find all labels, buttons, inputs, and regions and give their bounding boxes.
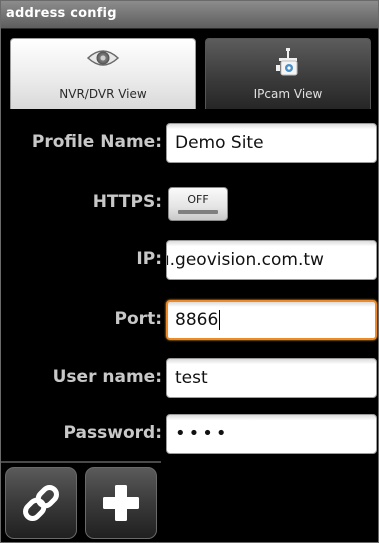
window-title: address config [6, 6, 117, 21]
ip-field[interactable]: ו.geovision.com.tw [166, 240, 377, 280]
ip-value: ו.geovision.com.tw [167, 250, 324, 270]
port-label: Port: [114, 309, 162, 329]
title-bar: address config [1, 1, 378, 29]
profile-name-row: Profile Name: Demo Site [1, 115, 378, 169]
user-name-label: User name: [52, 367, 162, 387]
ip-label: IP: [136, 249, 162, 269]
port-value: 8866 [175, 310, 219, 330]
address-config-form: Profile Name: Demo Site HTTPS: OFF IP: ו… [1, 109, 378, 461]
https-toggle-state: OFF [187, 193, 209, 206]
port-field[interactable]: 8866 [166, 300, 377, 340]
user-name-field[interactable]: test [166, 358, 377, 398]
tab-ipcam-label: IPcam View [253, 87, 323, 101]
https-label: HTTPS: [92, 192, 162, 212]
password-field[interactable]: •••• [166, 414, 377, 454]
view-tabs: NVR/DVR View IPcam View [1, 29, 378, 109]
tab-nvr-dvr-view[interactable]: NVR/DVR View [10, 38, 196, 109]
ip-row: IP: ו.geovision.com.tw [1, 232, 378, 286]
eye-icon [86, 47, 120, 73]
password-row: Password: •••• [1, 406, 378, 460]
add-button[interactable] [85, 467, 157, 539]
toggle-indicator [178, 210, 218, 214]
port-row: Port: 8866 [1, 292, 378, 346]
profile-name-field[interactable]: Demo Site [166, 123, 377, 163]
tab-ipcam-view[interactable]: IPcam View [205, 38, 371, 109]
profile-name-label: Profile Name: [31, 132, 162, 152]
bottom-toolbar [1, 461, 378, 542]
ip-camera-icon [273, 47, 303, 85]
tab-nvr-dvr-label: NVR/DVR View [59, 87, 147, 101]
toolbar-divider [1, 461, 161, 463]
user-name-row: User name: test [1, 350, 378, 404]
link-button[interactable] [5, 467, 77, 539]
https-row: HTTPS: OFF [1, 175, 378, 229]
https-toggle[interactable]: OFF [168, 187, 228, 221]
app-screen: address config NVR/DVR View IPcam View P… [0, 0, 379, 543]
password-label: Password: [63, 423, 162, 443]
text-caret [219, 310, 221, 330]
